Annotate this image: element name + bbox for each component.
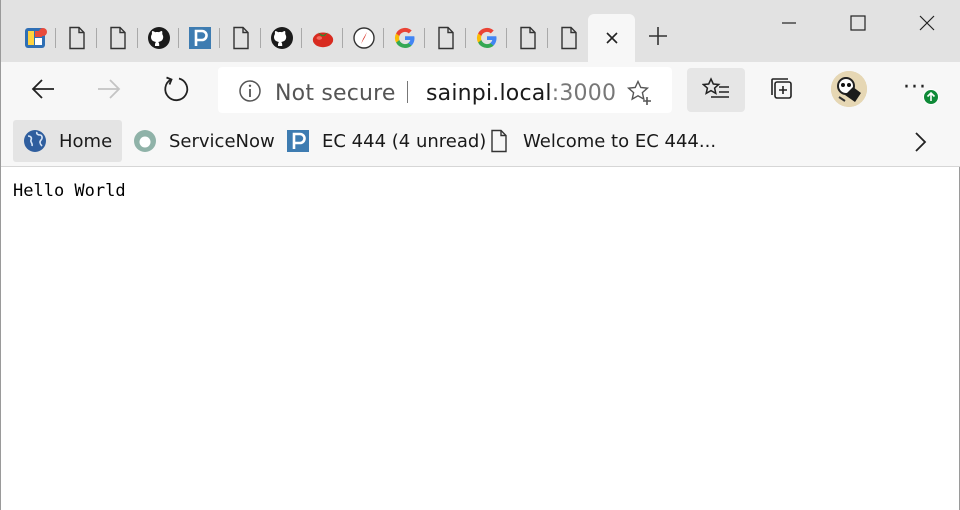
collage-app-icon	[24, 26, 48, 50]
refresh-button[interactable]	[156, 69, 196, 109]
page-icon	[487, 129, 511, 153]
tab-10[interactable]	[384, 14, 425, 62]
tab-9[interactable]	[343, 14, 384, 62]
favorites-bar: Home ServiceNow EC 444 (4 unread) Welcom…	[1, 116, 960, 167]
page-icon	[229, 26, 253, 50]
tab-12[interactable]	[466, 14, 507, 62]
tab-1[interactable]	[15, 14, 56, 62]
forward-button[interactable]	[89, 69, 129, 109]
browser-window: Not secure sainpi.local:3000 ··· Home Se…	[0, 0, 960, 510]
tab-5[interactable]	[179, 14, 220, 62]
arrow-right-icon	[98, 79, 121, 99]
tab-13[interactable]	[507, 14, 548, 62]
tab-4[interactable]	[138, 14, 179, 62]
tab-6[interactable]	[220, 14, 261, 62]
navigation-toolbar: Not secure sainpi.local:3000 ···	[1, 62, 960, 116]
favorite-label: EC 444 (4 unread)	[322, 130, 487, 152]
maximize-icon	[849, 15, 866, 31]
favorite-welcome-ec444[interactable]: Welcome to EC 444...	[477, 120, 726, 162]
info-icon[interactable]	[238, 79, 262, 103]
profile-picture-icon	[831, 71, 867, 107]
minimize-button[interactable]	[754, 0, 823, 46]
url-host: sainpi.local	[426, 81, 552, 106]
favorite-servicenow[interactable]: ServiceNow	[123, 120, 285, 162]
favorites-list-icon	[702, 77, 729, 98]
favorite-home[interactable]: Home	[13, 120, 123, 162]
piazza-icon	[286, 129, 310, 153]
new-tab-button[interactable]	[641, 19, 675, 53]
plus-icon	[649, 27, 667, 45]
url-text[interactable]: sainpi.local:3000	[426, 81, 616, 106]
page-content: Hello World	[1, 168, 959, 510]
address-bar[interactable]: Not secure sainpi.local:3000	[218, 67, 672, 113]
page-icon	[557, 26, 581, 50]
github-icon	[147, 26, 171, 50]
github-icon	[270, 26, 294, 50]
update-arrow-icon	[923, 89, 939, 105]
tab-7[interactable]	[261, 14, 302, 62]
refresh-icon	[164, 76, 189, 102]
page-icon	[65, 26, 89, 50]
tomato-icon	[311, 26, 335, 50]
piazza-icon	[188, 26, 212, 50]
collections-icon	[771, 78, 792, 99]
page-icon	[434, 26, 458, 50]
favorite-label: ServiceNow	[169, 130, 275, 152]
globe-icon	[23, 129, 47, 153]
page-icon	[106, 26, 130, 50]
close-icon[interactable]	[600, 26, 624, 50]
collections-button[interactable]	[761, 69, 801, 109]
page-body-text: Hello World	[13, 181, 126, 201]
tab-11[interactable]	[425, 14, 466, 62]
minimize-icon	[781, 22, 796, 24]
add-favorite-star-icon[interactable]	[626, 79, 654, 107]
settings-more-button[interactable]: ···	[897, 69, 941, 109]
maximize-button[interactable]	[823, 0, 892, 46]
compass-icon	[352, 26, 376, 50]
chevron-right-icon[interactable]	[906, 128, 934, 156]
address-divider	[407, 81, 408, 103]
security-label[interactable]: Not secure	[275, 81, 396, 106]
page-icon	[516, 26, 540, 50]
close-window-button[interactable]	[892, 0, 960, 46]
google-icon	[393, 26, 417, 50]
google-icon	[475, 26, 499, 50]
arrow-left-icon	[31, 79, 54, 99]
tab-14[interactable]	[548, 14, 589, 62]
tab-2[interactable]	[56, 14, 97, 62]
tab-8[interactable]	[302, 14, 343, 62]
tab-active[interactable]	[588, 14, 635, 62]
favorite-label: Home	[59, 130, 113, 152]
servicenow-icon	[133, 129, 157, 153]
favorite-ec444[interactable]: EC 444 (4 unread)	[276, 120, 496, 162]
url-port: :3000	[551, 81, 617, 106]
back-button[interactable]	[23, 69, 63, 109]
favorites-button[interactable]	[687, 68, 745, 112]
favorite-label: Welcome to EC 444...	[523, 130, 717, 152]
close-icon	[919, 15, 934, 31]
tab-strip	[1, 0, 960, 62]
profile-avatar[interactable]	[831, 71, 867, 107]
tab-3[interactable]	[97, 14, 138, 62]
